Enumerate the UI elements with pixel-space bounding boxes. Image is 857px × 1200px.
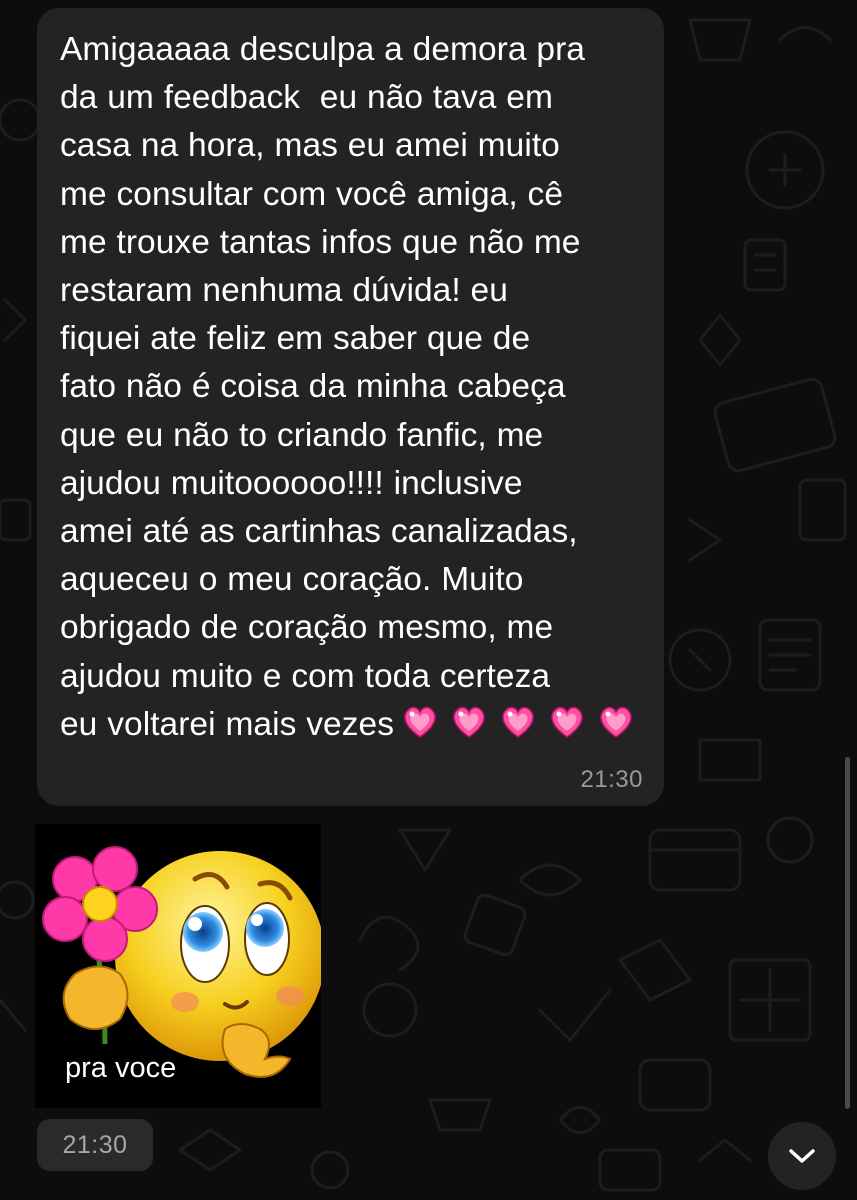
message-timestamp: 21:30 (580, 766, 643, 793)
sticker-caption: pra voce (65, 1052, 177, 1084)
scrollbar[interactable] (845, 757, 850, 1109)
chat-view: Amigaaaaa desculpa a demora pra da um fe… (0, 0, 857, 1200)
scroll-down-button[interactable] (768, 1122, 836, 1190)
sparkling-heart-icon (551, 706, 583, 738)
sparkling-heart-icon (600, 706, 632, 738)
chevron-down-icon (789, 1149, 815, 1163)
sparkling-heart-icon (502, 706, 534, 738)
message-text: Amigaaaaa desculpa a demora pra da um fe… (60, 26, 640, 749)
sparkling-heart-icon (404, 706, 436, 738)
sticker-message[interactable]: pra voce (35, 824, 321, 1108)
sticker-timestamp: 21:30 (37, 1119, 153, 1171)
hearts-row (400, 702, 636, 742)
message-bubble[interactable]: Amigaaaaa desculpa a demora pra da um fe… (37, 8, 664, 806)
sparkling-heart-icon (453, 706, 485, 738)
